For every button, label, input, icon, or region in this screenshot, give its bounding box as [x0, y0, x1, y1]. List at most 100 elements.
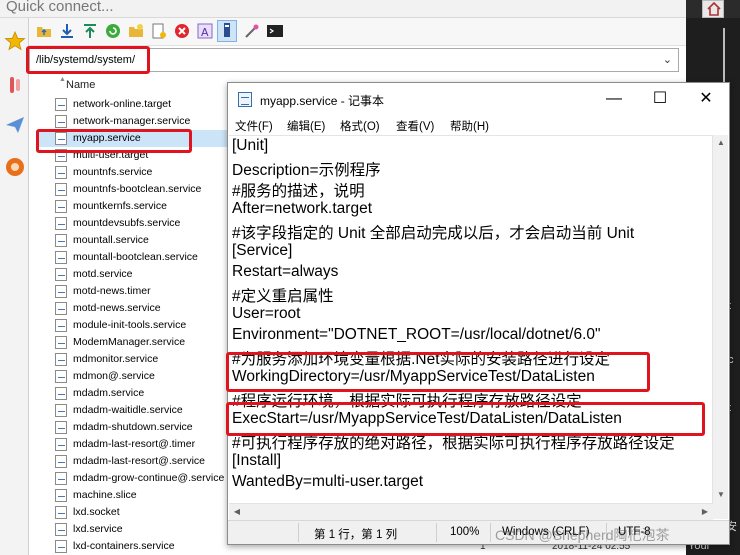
scroll-left-icon[interactable]: ◀ — [229, 504, 245, 520]
file-icon — [55, 404, 67, 417]
star-icon[interactable] — [4, 30, 26, 52]
maximize-icon[interactable]: ☐ — [637, 83, 683, 115]
file-name: motd-news.timer — [73, 285, 151, 297]
column-name[interactable]: Name — [66, 79, 95, 91]
list-item[interactable]: mdmon@.service — [36, 368, 232, 385]
file-name: ModemManager.service — [73, 336, 186, 348]
file-name: mdmon@.service — [73, 370, 155, 382]
file-name: machine.slice — [73, 489, 137, 501]
status-divider — [298, 523, 299, 542]
list-item[interactable]: module-init-tools.service — [36, 317, 232, 334]
home-button[interactable] — [702, 0, 724, 18]
title-bar[interactable]: myapp.service - 记事本 — ☐ ✕ — [228, 83, 729, 115]
list-item[interactable]: mdadm-shutdown.service — [36, 419, 232, 436]
download-icon[interactable] — [58, 22, 76, 40]
file-name: motd-news.service — [73, 302, 161, 314]
text-line: After=network.target — [232, 200, 372, 217]
text-line: Restart=always — [232, 263, 339, 280]
vertical-scrollbar[interactable]: ▲ ▼ — [712, 135, 728, 519]
notepad-icon — [238, 92, 252, 107]
path-highlight — [26, 46, 150, 74]
menu-format[interactable]: 格式(O) — [340, 118, 380, 134]
file-name: mdadm-grow-continue@.service — [73, 472, 225, 484]
transfer-icon[interactable] — [4, 74, 26, 96]
file-name: lxd.service — [73, 523, 123, 535]
file-icon — [55, 387, 67, 400]
list-item[interactable]: mountnfs-bootclean.service — [36, 181, 232, 198]
file-name: mountnfs.service — [73, 166, 153, 178]
properties-button[interactable] — [217, 20, 237, 42]
menu-edit[interactable]: 编辑(E) — [287, 118, 325, 134]
file-icon — [55, 183, 67, 196]
list-item[interactable]: lxd-containers.service — [36, 538, 232, 555]
file-icon — [55, 166, 67, 179]
list-item[interactable]: lxd.socket — [36, 504, 232, 521]
scroll-down-icon[interactable]: ▼ — [713, 487, 729, 503]
file-icon — [55, 115, 67, 128]
scroll-right-icon[interactable]: ▶ — [697, 504, 713, 520]
list-item[interactable]: mdadm-waitidle.service — [36, 402, 232, 419]
list-item[interactable]: ModemManager.service — [36, 334, 232, 351]
list-item[interactable]: network-manager.service — [36, 113, 232, 130]
menu-help[interactable]: 帮助(H) — [450, 118, 489, 134]
rename-icon[interactable]: A — [196, 22, 214, 40]
status-divider — [436, 523, 437, 542]
list-item[interactable]: motd.service — [36, 266, 232, 283]
settings-icon[interactable] — [4, 156, 26, 178]
list-item[interactable]: mountdevsubfs.service — [36, 215, 232, 232]
status-divider — [490, 523, 491, 542]
file-icon — [55, 455, 67, 468]
text-line: Description=示例程序 — [232, 162, 381, 179]
list-item[interactable]: lxd.service — [36, 521, 232, 538]
list-item[interactable]: mountall-bootclean.service — [36, 249, 232, 266]
quick-connect-label[interactable]: Quick connect... — [6, 0, 114, 15]
send-icon[interactable] — [4, 114, 26, 136]
minimize-icon[interactable]: — — [591, 83, 637, 115]
upload-icon[interactable] — [81, 22, 99, 40]
new-file-icon[interactable] — [150, 22, 168, 40]
list-item[interactable]: machine.slice — [36, 487, 232, 504]
text-line: #该字段指定的 Unit 全部启动完成以后，才会启动当前 Unit — [232, 225, 635, 242]
menu-view[interactable]: 查看(V) — [396, 118, 434, 134]
text-editor[interactable]: [Unit] Description=示例程序 #服务的描述，说明 After=… — [229, 135, 713, 519]
file-icon — [55, 370, 67, 383]
new-folder-icon[interactable] — [127, 22, 145, 40]
magic-wand-icon[interactable] — [243, 22, 261, 40]
file-name: network-manager.service — [73, 115, 191, 127]
file-name: module-init-tools.service — [73, 319, 187, 331]
list-item[interactable]: motd-news.service — [36, 300, 232, 317]
selected-file-highlight — [36, 129, 192, 153]
file-name: mdadm-waitidle.service — [73, 404, 183, 416]
properties-icon — [224, 23, 230, 37]
list-item[interactable]: mountnfs.service — [36, 164, 232, 181]
delete-icon[interactable] — [173, 22, 191, 40]
list-item[interactable]: network-online.target — [36, 96, 232, 113]
file-name: mdadm.service — [73, 387, 145, 399]
file-name: mountall-bootclean.service — [73, 251, 198, 263]
list-item[interactable]: mdadm-last-resort@.service — [36, 453, 232, 470]
list-item[interactable]: mdadm.service — [36, 385, 232, 402]
list-item[interactable]: mountall.service — [36, 232, 232, 249]
scroll-up-icon[interactable]: ▲ — [713, 135, 729, 151]
menu-file[interactable]: 文件(F) — [235, 118, 273, 134]
text-line: [Service] — [232, 242, 293, 259]
refresh-icon[interactable] — [104, 22, 122, 40]
close-icon[interactable]: ✕ — [683, 83, 729, 115]
list-item[interactable]: mountkernfs.service — [36, 198, 232, 215]
file-icon — [55, 540, 67, 553]
file-icon — [55, 523, 67, 536]
horizontal-scrollbar[interactable]: ◀ ▶ — [229, 503, 713, 520]
chevron-down-icon[interactable]: ⌄ — [663, 53, 672, 66]
list-item[interactable]: motd-news.timer — [36, 283, 232, 300]
svg-text:A: A — [201, 26, 209, 39]
file-icon — [55, 489, 67, 502]
folder-up-icon[interactable] — [35, 22, 53, 40]
list-item[interactable]: mdadm-last-resort@.timer — [36, 436, 232, 453]
file-icon — [55, 319, 67, 332]
list-item[interactable]: mdmonitor.service — [36, 351, 232, 368]
file-name: mdadm-shutdown.service — [73, 421, 193, 433]
terminal-icon[interactable] — [266, 22, 284, 40]
file-icon — [55, 353, 67, 366]
list-item[interactable]: mdadm-grow-continue@.service — [36, 470, 232, 487]
file-name: mountdevsubfs.service — [73, 217, 181, 229]
